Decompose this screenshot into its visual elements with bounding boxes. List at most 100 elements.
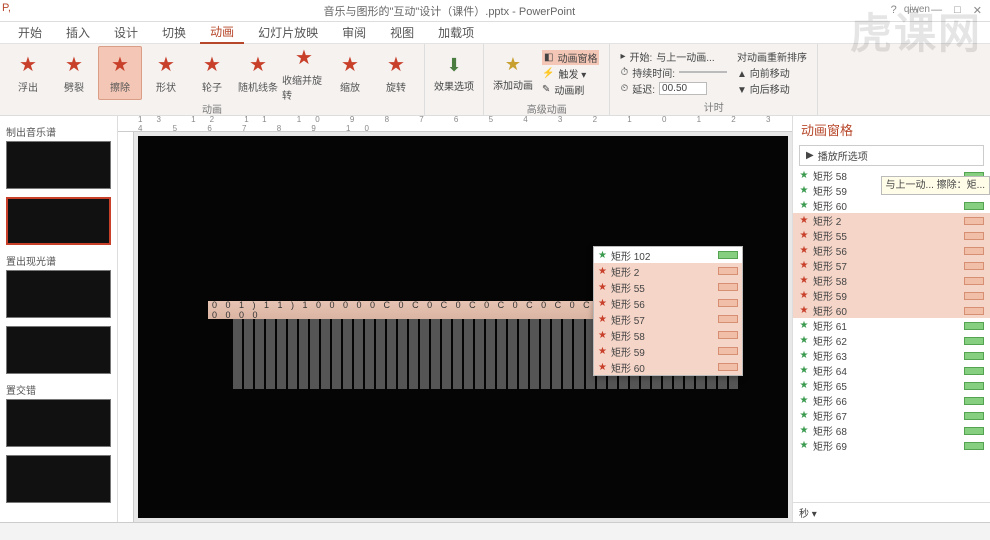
effect-形状[interactable]: ★形状 xyxy=(144,46,188,100)
menu-tab-1[interactable]: 插入 xyxy=(56,22,100,43)
star-icon: ★ xyxy=(65,52,83,77)
group-label-adv: 高级动画 xyxy=(490,100,603,117)
effect-轮子[interactable]: ★轮子 xyxy=(190,46,234,100)
timing-start[interactable]: ▸ 开始: 与上一动画... xyxy=(620,49,727,64)
animation-gallery[interactable]: ★浮出★劈裂★擦除★形状★轮子★随机线条★收缩并旋转★缩放★旋转 xyxy=(6,46,418,100)
animation-item-tooltip: 与上一动... 擦除：矩... xyxy=(881,176,990,195)
star-plus-icon: ★ xyxy=(505,54,521,75)
slide-thumb-3[interactable] xyxy=(6,326,111,374)
popup-row: ★矩形 57 xyxy=(594,311,742,327)
effect-浮出[interactable]: ★浮出 xyxy=(6,46,50,100)
slide-thumb-1[interactable] xyxy=(6,197,111,245)
anim-item[interactable]: ★矩形 56 xyxy=(793,243,990,258)
anim-item[interactable]: ★矩形 58 xyxy=(793,273,990,288)
minimize-icon[interactable]: — xyxy=(931,4,942,17)
anim-item[interactable]: ★矩形 63 xyxy=(793,348,990,363)
star-icon: ★ xyxy=(387,52,405,77)
star-icon: ★ xyxy=(799,395,809,406)
anim-item[interactable]: ★矩形 66 xyxy=(793,393,990,408)
anim-item[interactable]: ★矩形 55 xyxy=(793,228,990,243)
star-icon: ★ xyxy=(799,170,809,181)
anim-item[interactable]: ★矩形 65 xyxy=(793,378,990,393)
trigger-menu[interactable]: ⚡触发 ▾ xyxy=(542,66,599,81)
timeline-scale[interactable]: 秒 ▾ xyxy=(793,502,990,522)
anim-item[interactable]: ★矩形 68 xyxy=(793,423,990,438)
popup-row: ★矩形 58 xyxy=(594,327,742,343)
effect-收缩并旋转[interactable]: ★收缩并旋转 xyxy=(282,46,326,100)
effect-劈裂[interactable]: ★劈裂 xyxy=(52,46,96,100)
anim-item[interactable]: ★矩形 59 xyxy=(793,288,990,303)
menu-tab-8[interactable]: 加载项 xyxy=(428,22,484,43)
star-icon: ★ xyxy=(598,298,607,309)
anim-item[interactable]: ★矩形 61 xyxy=(793,318,990,333)
star-icon: ★ xyxy=(799,320,809,331)
slide-canvas[interactable]: 0 0 1 ) 1 1 ) 1 0 0 0 0 0 C 0 C 0 C 0 C … xyxy=(138,136,788,518)
ruler-horizontal: 13 12 11 10 9 8 7 6 5 4 3 2 1 0 1 2 3 4 … xyxy=(118,116,792,132)
slide-thumb-4[interactable]: 置交错 xyxy=(6,382,111,447)
arrow-down-icon: ⬇ xyxy=(446,55,461,76)
brush-icon: ✎ xyxy=(542,84,550,95)
reorder-label: 对动画重新排序 xyxy=(737,49,807,64)
account-name[interactable]: qiwen xyxy=(904,4,930,15)
effect-随机线条[interactable]: ★随机线条 xyxy=(236,46,280,100)
star-icon: ★ xyxy=(111,52,129,77)
effect-缩放[interactable]: ★缩放 xyxy=(328,46,372,100)
slide-thumb-0[interactable]: 制出音乐谱 xyxy=(6,124,111,189)
anim-item[interactable]: ★矩形 60 xyxy=(793,303,990,318)
animation-list[interactable]: ★矩形 58★矩形 59★矩形 60★矩形 2★矩形 55★矩形 56★矩形 5… xyxy=(793,168,990,502)
slide-thumb-2[interactable]: 置出现光谱 xyxy=(6,253,111,318)
effect-旋转[interactable]: ★旋转 xyxy=(374,46,418,100)
ribbon: ★浮出★劈裂★擦除★形状★轮子★随机线条★收缩并旋转★缩放★旋转 动画 ⬇ 效果… xyxy=(0,44,990,116)
anim-item[interactable]: ★矩形 64 xyxy=(793,363,990,378)
star-icon: ★ xyxy=(799,425,809,436)
add-animation-button[interactable]: ★ 添加动画 xyxy=(490,46,536,100)
timing-duration[interactable]: ⏱ 持续时间: xyxy=(620,65,727,80)
star-icon: ★ xyxy=(799,440,809,451)
pane-icon: ◧ xyxy=(544,52,553,63)
star-icon: ★ xyxy=(799,215,809,226)
slide-thumb-5[interactable] xyxy=(6,455,111,503)
menu-tab-4[interactable]: 动画 xyxy=(200,21,244,44)
menu-tab-6[interactable]: 审阅 xyxy=(332,22,376,43)
star-icon: ★ xyxy=(799,230,809,241)
animation-pane-title: 动画窗格 xyxy=(793,116,990,143)
star-icon: ★ xyxy=(249,52,267,77)
anim-item[interactable]: ★矩形 67 xyxy=(793,408,990,423)
star-icon: ★ xyxy=(799,185,809,196)
timing-delay[interactable]: ⏲ 延迟: 00.50 xyxy=(620,81,727,96)
menu-tab-2[interactable]: 设计 xyxy=(104,22,148,43)
star-icon: ★ xyxy=(799,245,809,256)
move-later[interactable]: ▼ 向后移动 xyxy=(737,81,807,96)
star-icon: ★ xyxy=(598,362,607,373)
star-icon: ★ xyxy=(598,330,607,341)
anim-item[interactable]: ★矩形 2 xyxy=(793,213,990,228)
anim-item[interactable]: ★矩形 62 xyxy=(793,333,990,348)
star-icon: ★ xyxy=(799,335,809,346)
move-earlier[interactable]: ▲ 向前移动 xyxy=(737,65,807,80)
menu-tab-0[interactable]: 开始 xyxy=(8,22,52,43)
star-icon: ★ xyxy=(799,290,809,301)
menu-tab-7[interactable]: 视图 xyxy=(380,22,424,43)
star-icon: ★ xyxy=(598,282,607,293)
help-icon[interactable]: ? xyxy=(891,4,897,17)
effect-擦除[interactable]: ★擦除 xyxy=(98,46,142,100)
menu-tab-3[interactable]: 切换 xyxy=(152,22,196,43)
effect-options-button[interactable]: ⬇ 效果选项 xyxy=(431,47,477,101)
status-bar xyxy=(0,522,990,540)
close-icon[interactable]: ✕ xyxy=(973,4,982,17)
animation-pane-toggle[interactable]: ◧动画窗格 xyxy=(542,50,599,65)
play-selected-button[interactable]: ▶ 播放所选项 xyxy=(799,145,984,166)
star-icon: ★ xyxy=(598,250,607,261)
menu-tab-5[interactable]: 幻灯片放映 xyxy=(248,22,328,43)
star-icon: ★ xyxy=(295,45,313,70)
title-bar: P, 音乐与图形的"互动"设计（课件）.pptx - PowerPoint qi… xyxy=(0,0,990,22)
anim-item[interactable]: ★矩形 57 xyxy=(793,258,990,273)
animation-painter[interactable]: ✎动画刷 xyxy=(542,82,599,97)
star-icon: ★ xyxy=(799,365,809,376)
anim-item[interactable]: ★矩形 69 xyxy=(793,438,990,453)
anim-item[interactable]: ★矩形 60 xyxy=(793,198,990,213)
slide-thumbnails-panel[interactable]: 制出音乐谱置出现光谱置交错 xyxy=(0,116,118,522)
star-icon: ★ xyxy=(799,380,809,391)
popup-row: ★矩形 60 xyxy=(594,359,742,375)
maximize-icon[interactable]: □ xyxy=(954,4,961,17)
